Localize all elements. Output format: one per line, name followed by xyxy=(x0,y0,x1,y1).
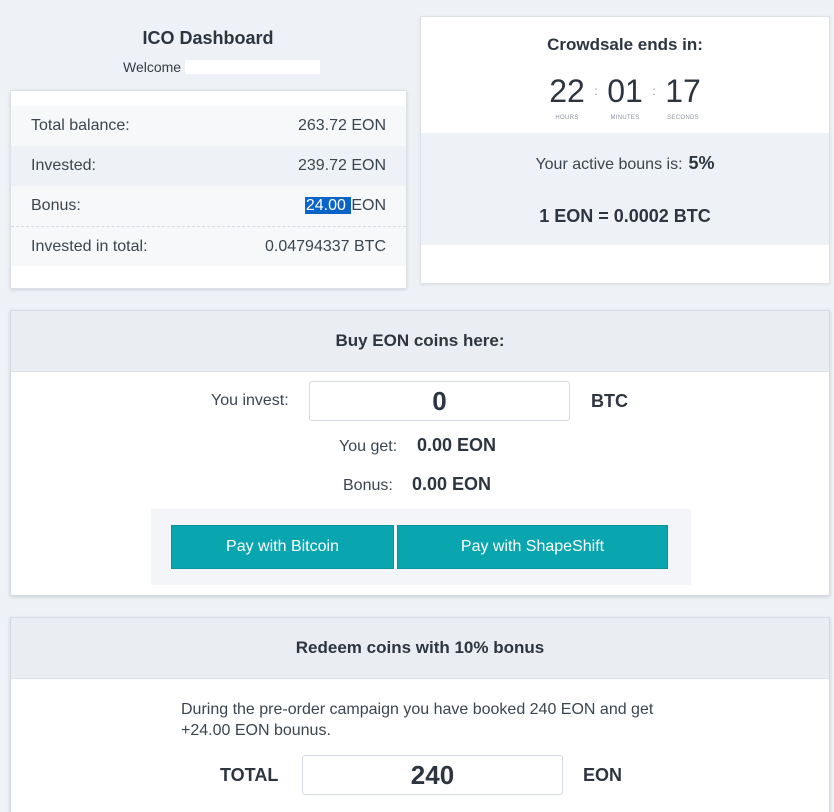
page-title: ICO Dashboard xyxy=(142,28,274,48)
countdown-seconds-value: 17 xyxy=(665,73,701,109)
countdown-minutes: 01 MINUTES xyxy=(602,71,648,121)
payment-options: Pay with Bitcoin Pay with ShapeShift xyxy=(151,509,691,585)
crowdsale-card: Crowdsale ends in: 22 HOURS : 01 MINUTES… xyxy=(420,16,830,284)
countdown-minutes-label: MINUTES xyxy=(610,115,640,121)
welcome-row: Welcome xyxy=(123,59,321,75)
exchange-rate: 1 EON = 0.0002 BTC xyxy=(539,206,711,226)
invest-unit: BTC xyxy=(591,391,628,411)
invested-value: 239.72 EON xyxy=(297,157,386,174)
countdown-separator: : xyxy=(594,84,598,98)
invested-label: Invested: xyxy=(31,157,96,174)
redeem-section: Redeem coins with 10% bonus During the p… xyxy=(10,617,830,812)
invest-label: You invest: xyxy=(211,392,289,409)
you-get-label: You get: xyxy=(339,438,398,455)
buy-bonus-row: Bonus: 0.00 EON xyxy=(11,474,829,498)
pay-with-bitcoin-button[interactable]: Pay with Bitcoin xyxy=(171,525,394,569)
bonus-row: Bonus: 24.00 EON xyxy=(11,186,406,226)
invest-amount-input[interactable] xyxy=(309,381,570,421)
bonus-label: Bonus: xyxy=(31,197,81,214)
you-get-row: You get: 0.00 EON xyxy=(11,435,829,459)
welcome-text: Welcome xyxy=(123,59,182,75)
countdown-hours: 22 HOURS xyxy=(544,71,590,121)
redacted-username xyxy=(185,60,321,74)
countdown-hours-value: 22 xyxy=(549,73,585,109)
bonus-value-selected[interactable]: 24.00 xyxy=(304,197,352,214)
buy-bonus-label: Bonus: xyxy=(343,477,393,494)
buy-section-title: Buy EON coins here: xyxy=(11,311,829,372)
redeem-description: During the pre-order campaign you have b… xyxy=(181,701,654,739)
total-amount-input[interactable] xyxy=(302,755,563,795)
countdown-timer: 22 HOURS : 01 MINUTES : 17 SECONDS xyxy=(421,71,829,121)
total-balance-row: Total balance: 263.72 EON xyxy=(11,106,406,146)
invested-row: Invested: 239.72 EON xyxy=(11,146,406,186)
bonus-value-unit: EON xyxy=(351,197,386,214)
countdown-seconds-label: SECONDS xyxy=(667,115,699,121)
invest-row: You invest: BTC xyxy=(11,381,829,421)
you-get-value: 0.00 EON xyxy=(417,435,497,455)
total-label: TOTAL xyxy=(220,765,279,785)
redeem-section-title: Redeem coins with 10% bonus xyxy=(11,618,829,679)
countdown-minutes-value: 01 xyxy=(607,73,643,109)
crowdsale-title: Crowdsale ends in: xyxy=(547,35,703,54)
invested-total-value: 0.04794337 BTC xyxy=(265,237,386,255)
dashboard-header: ICO Dashboard Welcome xyxy=(10,28,406,75)
total-balance-value: 263.72 EON xyxy=(297,117,386,134)
countdown-hours-label: HOURS xyxy=(555,115,579,121)
active-bonus-label: Your active bouns is: xyxy=(535,156,683,173)
invested-total-label: Invested in total: xyxy=(31,237,148,255)
countdown-seconds: 17 SECONDS xyxy=(660,71,706,121)
buy-section: Buy EON coins here: You invest: BTC You … xyxy=(10,310,830,596)
total-unit: EON xyxy=(583,765,623,785)
active-bonus: Your active bouns is: 5% xyxy=(421,153,829,174)
balance-card: Total balance: 263.72 EON Invested: 239.… xyxy=(10,90,407,289)
invested-total-row: Invested in total: 0.04794337 BTC xyxy=(11,226,406,266)
buy-bonus-value: 0.00 EON xyxy=(412,474,492,494)
pay-with-shapeshift-button[interactable]: Pay with ShapeShift xyxy=(397,525,668,569)
countdown-separator: : xyxy=(652,84,656,98)
active-bonus-value: 5% xyxy=(688,153,715,173)
bonus-value: 24.00 EON xyxy=(304,197,386,215)
crowdsale-info: Your active bouns is: 5% 1 EON = 0.0002 B… xyxy=(421,133,829,245)
total-balance-label: Total balance: xyxy=(31,117,130,134)
